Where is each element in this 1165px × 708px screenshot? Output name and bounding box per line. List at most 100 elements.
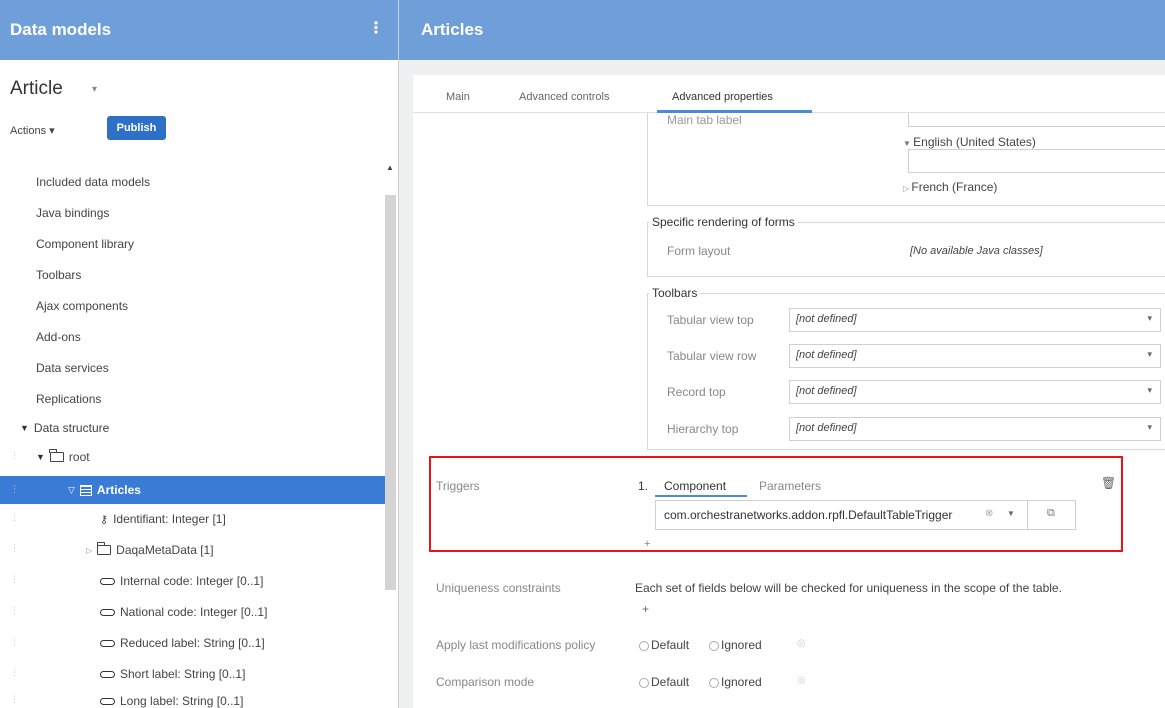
lang-french[interactable]: ▷ French (France): [903, 180, 997, 194]
tree-field-identifiant[interactable]: ⚷ Identifiant: Integer [1]: [100, 512, 226, 526]
chevron-down-icon[interactable]: ▼: [1007, 509, 1015, 518]
trigger-tab-parameters[interactable]: Parameters: [759, 479, 821, 493]
toolbar-label-hierarchy-top: Hierarchy top: [667, 422, 739, 436]
left-panel: Article ▾ Actions ▾ Publish ▲ Included d…: [0, 60, 398, 708]
tree-node-label: root: [68, 450, 90, 464]
tree-node-articles[interactable]: ▽ Articles: [68, 483, 141, 497]
select-value: [not defined]: [796, 349, 857, 361]
drag-handle-icon: ⋮: [10, 512, 19, 522]
comparison-radio-default[interactable]: Default: [639, 675, 689, 689]
tree-field-reduced-label[interactable]: Reduced label: String [0..1]: [100, 636, 265, 650]
radio-label: Ignored: [721, 675, 762, 689]
lang-english[interactable]: ▼ English (United States): [903, 135, 1036, 149]
tab-advanced-controls[interactable]: Advanced controls: [519, 91, 610, 103]
chevron-down-icon: ▾: [1147, 422, 1152, 432]
form-layout-value: [No available Java classes]: [910, 245, 1043, 257]
radio-label: Default: [651, 675, 690, 689]
drag-handle-icon: ⋮: [10, 450, 19, 460]
drag-handle-icon: ⋮: [10, 605, 19, 615]
expand-triangle-icon[interactable]: ▼: [903, 139, 913, 148]
chevron-down-icon: ▾: [1147, 313, 1152, 323]
trigger-tab-component[interactable]: Component: [664, 479, 726, 493]
clear-icon[interactable]: ⊗: [985, 508, 993, 519]
tree-field-national-code[interactable]: National code: Integer [0..1]: [100, 605, 267, 619]
model-title: Article: [10, 78, 63, 99]
nav-item-toolbars[interactable]: Toolbars: [36, 268, 81, 282]
apply-radio-default[interactable]: Default: [639, 638, 689, 652]
tab-advanced-properties[interactable]: Advanced properties: [672, 91, 773, 103]
nav-item-component-library[interactable]: Component library: [36, 237, 134, 251]
field-icon: [100, 639, 115, 647]
nav-item-data-services[interactable]: Data services: [36, 361, 109, 375]
select-value: [not defined]: [796, 422, 857, 434]
tree-node-label: Data structure: [33, 421, 110, 435]
trigger-component-value: com.orchestranetworks.addon.rpfl.Default…: [664, 508, 953, 522]
tabular-view-top-select[interactable]: [not defined] ▾: [789, 308, 1161, 332]
english-label-input[interactable]: [908, 149, 1165, 173]
tabular-view-row-select[interactable]: [not defined] ▾: [789, 344, 1161, 368]
tree-node-daqa-meta-data[interactable]: ▷ DaqaMetaData [1]: [86, 542, 214, 557]
field-icon: [100, 608, 115, 616]
open-link-button[interactable]: ⧉: [1028, 500, 1076, 530]
kebab-menu-icon[interactable]: ⋮: [368, 18, 384, 38]
form-layout-label: Form layout: [667, 244, 731, 258]
hierarchy-top-select[interactable]: [not defined] ▾: [789, 417, 1161, 441]
uniqueness-description: Each set of fields below will be checked…: [635, 581, 1062, 595]
add-uniqueness-plus-icon[interactable]: +: [642, 602, 649, 616]
trigger-component-select[interactable]: com.orchestranetworks.addon.rpfl.Default…: [655, 500, 1028, 530]
field-icon: [100, 670, 115, 678]
toolbar-label-record-top: Record top: [667, 385, 726, 399]
table-icon: [79, 484, 92, 496]
nav-item-add-ons[interactable]: Add-ons: [36, 330, 81, 344]
expand-triangle-icon[interactable]: ▽: [68, 485, 75, 496]
nav-item-ajax-components[interactable]: Ajax components: [36, 299, 128, 313]
tree-field-short-label[interactable]: Short label: String [0..1]: [100, 667, 245, 681]
add-trigger-plus-icon[interactable]: +: [644, 538, 650, 550]
radio-circle-icon: [709, 677, 719, 688]
chevron-down-icon: ▾: [1147, 385, 1152, 395]
nav-item-included-data-models[interactable]: Included data models: [36, 175, 150, 189]
tree-field-label: National code: Integer [0..1]: [120, 605, 268, 619]
reset-radio-icon[interactable]: ◎: [797, 638, 806, 649]
comparison-mode-label: Comparison mode: [436, 675, 535, 689]
actions-menu-button[interactable]: Actions ▾: [10, 124, 55, 137]
publish-button[interactable]: Publish: [107, 116, 166, 140]
tree-field-internal-code[interactable]: Internal code: Integer [0..1]: [100, 574, 263, 588]
triggers-label: Triggers: [436, 479, 480, 493]
tab-main[interactable]: Main: [446, 91, 470, 103]
tree-node-articles-selected[interactable]: ⋮ ▽ Articles: [0, 476, 385, 504]
drag-handle-icon: ⋮: [10, 543, 19, 553]
radio-circle-icon: [639, 640, 649, 651]
scroll-up-arrow-icon[interactable]: ▲: [386, 163, 394, 172]
record-top-select[interactable]: [not defined] ▾: [789, 380, 1161, 404]
main-tab-label-input[interactable]: [908, 113, 1165, 127]
radio-label: Ignored: [721, 638, 762, 652]
tree-field-long-label[interactable]: Long label: String [0..1]: [100, 694, 243, 708]
tree-field-label: Internal code: Integer [0..1]: [120, 574, 264, 588]
chevron-down-icon: ▾: [1147, 349, 1152, 359]
nav-item-java-bindings[interactable]: Java bindings: [36, 206, 109, 220]
caret-down-icon[interactable]: ▾: [92, 84, 97, 95]
data-models-title: Data models: [10, 20, 112, 39]
lang-french-label: French (France): [911, 180, 998, 194]
trigger-tab-indicator: [655, 495, 747, 497]
nav-item-replications[interactable]: Replications: [36, 392, 101, 406]
radio-circle-icon: [639, 677, 649, 688]
apply-radio-ignored[interactable]: Ignored: [709, 638, 762, 652]
scrollbar-thumb[interactable]: [385, 195, 396, 590]
tree-node-root[interactable]: ▼ root: [36, 449, 90, 464]
tree-node-data-structure[interactable]: ▼ Data structure: [20, 421, 109, 435]
tab-bar: Main Advanced controls Advanced properti…: [413, 75, 1165, 113]
left-panel-header: Data models ⋮: [0, 0, 398, 60]
expand-triangle-icon[interactable]: ▷: [86, 546, 92, 555]
trash-icon[interactable]: 🗑: [1101, 476, 1116, 490]
comparison-radio-ignored[interactable]: Ignored: [709, 675, 762, 689]
lang-english-label: English (United States): [913, 135, 1036, 149]
main-tab-label-label: Main tab label: [667, 113, 742, 127]
toolbar-label-tabular-view-row: Tabular view row: [667, 349, 757, 363]
table-title: Articles: [421, 20, 484, 39]
expand-triangle-icon[interactable]: ▼: [20, 423, 29, 433]
drag-handle-icon: ⋮: [10, 694, 19, 704]
expand-triangle-icon[interactable]: ▼: [36, 452, 45, 462]
reset-radio-icon[interactable]: ◎: [797, 675, 806, 686]
